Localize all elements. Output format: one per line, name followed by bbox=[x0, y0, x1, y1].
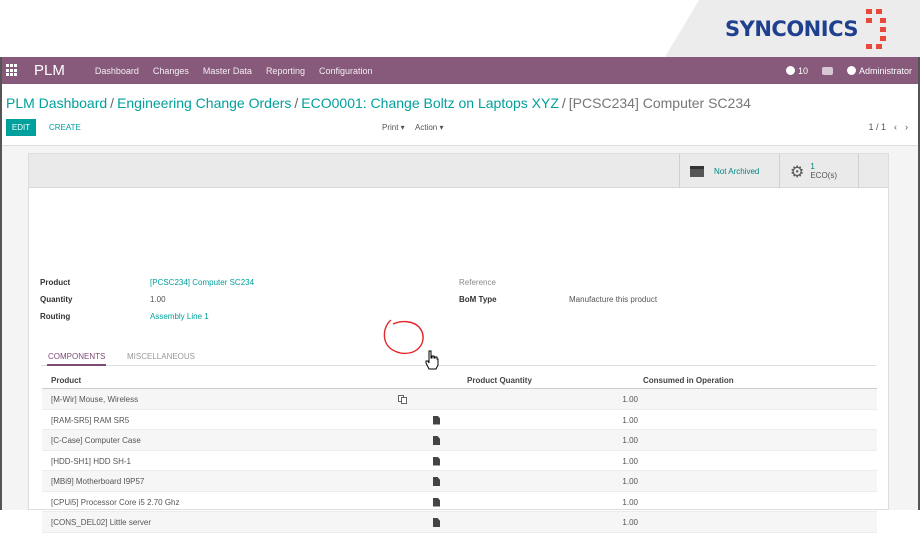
pager-value[interactable]: 1 / 1 bbox=[868, 119, 886, 136]
archive-status: Not Archived bbox=[714, 166, 760, 176]
row-product: [C-Case] Computer Case bbox=[51, 436, 141, 445]
app-menu-icon[interactable] bbox=[6, 64, 19, 77]
table-row[interactable]: [CPUi5] Processor Core i5 2.70 Ghz 1.00 bbox=[42, 492, 877, 512]
col-product-quantity[interactable]: Product Quantity bbox=[467, 376, 532, 385]
top-navbar: PLM Dashboard Changes Master Data Report… bbox=[2, 57, 918, 84]
row-product: [HDD-SH1] HDD SH-1 bbox=[51, 456, 132, 466]
create-button[interactable]: CREATE bbox=[49, 119, 81, 136]
user-menu[interactable]: Administrator bbox=[846, 65, 912, 76]
row-quantity: 1.00 bbox=[622, 456, 638, 466]
row-product: [CONS_DEL02] Little server bbox=[51, 518, 152, 527]
eco-count-button[interactable]: ⚙ 1 ECO(s) bbox=[779, 154, 859, 188]
eco-label: ECO(s) bbox=[810, 171, 838, 180]
eco-count: 1 bbox=[810, 162, 815, 171]
table-row[interactable]: [MBi9] Motherboard I9P57 1.00 bbox=[42, 471, 877, 492]
breadcrumb-eco-list[interactable]: Engineering Change Orders bbox=[117, 95, 291, 111]
row-quantity: 1.00 bbox=[622, 497, 638, 507]
reference-label: Reference bbox=[459, 278, 496, 287]
col-product[interactable]: Product bbox=[51, 376, 81, 385]
hand-cursor-icon bbox=[425, 350, 439, 370]
menu-configuration[interactable]: Configuration bbox=[319, 66, 373, 76]
table-body: [M-Wir] Mouse, Wireless 1.00 [RAM-SR5] R… bbox=[42, 389, 877, 533]
copy-icon[interactable] bbox=[398, 395, 407, 404]
smart-button-box: Not Archived ⚙ 1 ECO(s) bbox=[29, 154, 888, 188]
quantity-value: 1.00 bbox=[150, 295, 166, 304]
table-row[interactable]: [C-Case] Computer Case 1.00 bbox=[42, 430, 877, 451]
row-quantity: 1.00 bbox=[622, 436, 638, 445]
activity-icon bbox=[785, 65, 795, 75]
row-quantity: 1.00 bbox=[622, 395, 638, 404]
form-sheet: Not Archived ⚙ 1 ECO(s) Product [PCSC234]… bbox=[28, 153, 889, 533]
row-product: [MBi9] Motherboard I9P57 bbox=[51, 477, 145, 486]
table-header: Product Product Quantity Consumed in Ope… bbox=[42, 372, 877, 389]
menu-dashboard[interactable]: Dashboard bbox=[95, 66, 139, 76]
menu-master-data[interactable]: Master Data bbox=[203, 66, 252, 76]
menu-reporting[interactable]: Reporting bbox=[266, 66, 305, 76]
breadcrumb: PLM Dashboard / Engineering Change Orders /… bbox=[6, 95, 751, 111]
odoo-app-window: PLM Dashboard Changes Master Data Report… bbox=[0, 57, 920, 533]
breadcrumb-current: [PCSC234] Computer SC234 bbox=[568, 95, 751, 111]
edit-button[interactable]: EDIT bbox=[6, 119, 36, 136]
document-icon[interactable] bbox=[433, 518, 440, 527]
document-icon[interactable] bbox=[433, 415, 440, 425]
row-quantity: 1.00 bbox=[622, 415, 638, 425]
routing-link[interactable]: Assembly Line 1 bbox=[150, 312, 209, 321]
user-avatar-icon bbox=[846, 65, 856, 75]
product-label: Product bbox=[40, 278, 71, 287]
gears-icon: ⚙ bbox=[790, 161, 805, 181]
pager-prev-button[interactable]: ‹ bbox=[894, 119, 897, 136]
activity-button[interactable]: 10 bbox=[785, 65, 808, 76]
table-row[interactable]: [HDD-SH1] HDD SH-1 1.00 bbox=[42, 451, 877, 471]
row-quantity: 1.00 bbox=[622, 477, 638, 486]
synconics-logo: SYNCONICS bbox=[725, 17, 858, 41]
notebook-tabs: COMPONENTS MISCELLANEOUS bbox=[41, 350, 876, 366]
archive-toggle-button[interactable]: Not Archived bbox=[679, 154, 779, 188]
col-consumed-in-operation[interactable]: Consumed in Operation bbox=[643, 376, 734, 385]
table-row[interactable]: [CONS_DEL02] Little server 1.00 bbox=[42, 512, 877, 533]
print-dropdown[interactable]: Print ▾ bbox=[382, 119, 405, 136]
routing-label: Routing bbox=[40, 312, 71, 321]
logo-mark-icon bbox=[866, 9, 886, 49]
document-icon[interactable] bbox=[433, 456, 440, 466]
tab-miscellaneous[interactable]: MISCELLANEOUS bbox=[127, 350, 195, 366]
app-brand[interactable]: PLM bbox=[34, 62, 65, 79]
table-row[interactable]: [RAM-SR5] RAM SR5 1.00 bbox=[42, 410, 877, 430]
breadcrumb-plm-dashboard[interactable]: PLM Dashboard bbox=[6, 95, 107, 111]
chat-icon[interactable] bbox=[821, 66, 833, 75]
activity-count: 10 bbox=[797, 65, 808, 76]
bom-type-label: BoM Type bbox=[459, 295, 497, 304]
annotation-circle bbox=[383, 319, 424, 355]
action-dropdown[interactable]: Action ▾ bbox=[415, 119, 443, 136]
archive-icon bbox=[690, 165, 704, 177]
user-name: Administrator bbox=[858, 65, 912, 76]
logo-band: SYNCONICS bbox=[0, 0, 920, 57]
pager: 1 / 1 ‹ › bbox=[868, 119, 908, 136]
bom-type-value: Manufacture this product bbox=[569, 295, 658, 304]
navbar-right: 10 Administrator bbox=[785, 57, 912, 84]
row-quantity: 1.00 bbox=[622, 518, 638, 527]
quantity-label: Quantity bbox=[40, 295, 73, 304]
document-icon[interactable] bbox=[433, 436, 440, 445]
menu-changes[interactable]: Changes bbox=[153, 66, 189, 76]
pager-next-button[interactable]: › bbox=[905, 119, 908, 136]
document-icon[interactable] bbox=[433, 477, 440, 486]
row-product: [RAM-SR5] RAM SR5 bbox=[51, 415, 130, 425]
row-product: [M-Wir] Mouse, Wireless bbox=[51, 395, 139, 404]
table-row[interactable]: [M-Wir] Mouse, Wireless 1.00 bbox=[42, 389, 877, 410]
document-icon[interactable] bbox=[433, 497, 440, 507]
row-product: [CPUi5] Processor Core i5 2.70 Ghz bbox=[51, 497, 180, 507]
components-table: Product Product Quantity Consumed in Ope… bbox=[42, 372, 877, 533]
tab-components[interactable]: COMPONENTS bbox=[47, 350, 107, 366]
product-link[interactable]: [PCSC234] Computer SC234 bbox=[150, 278, 254, 287]
breadcrumb-eco0001[interactable]: ECO0001: Change Boltz on Laptops XYZ bbox=[301, 95, 559, 111]
